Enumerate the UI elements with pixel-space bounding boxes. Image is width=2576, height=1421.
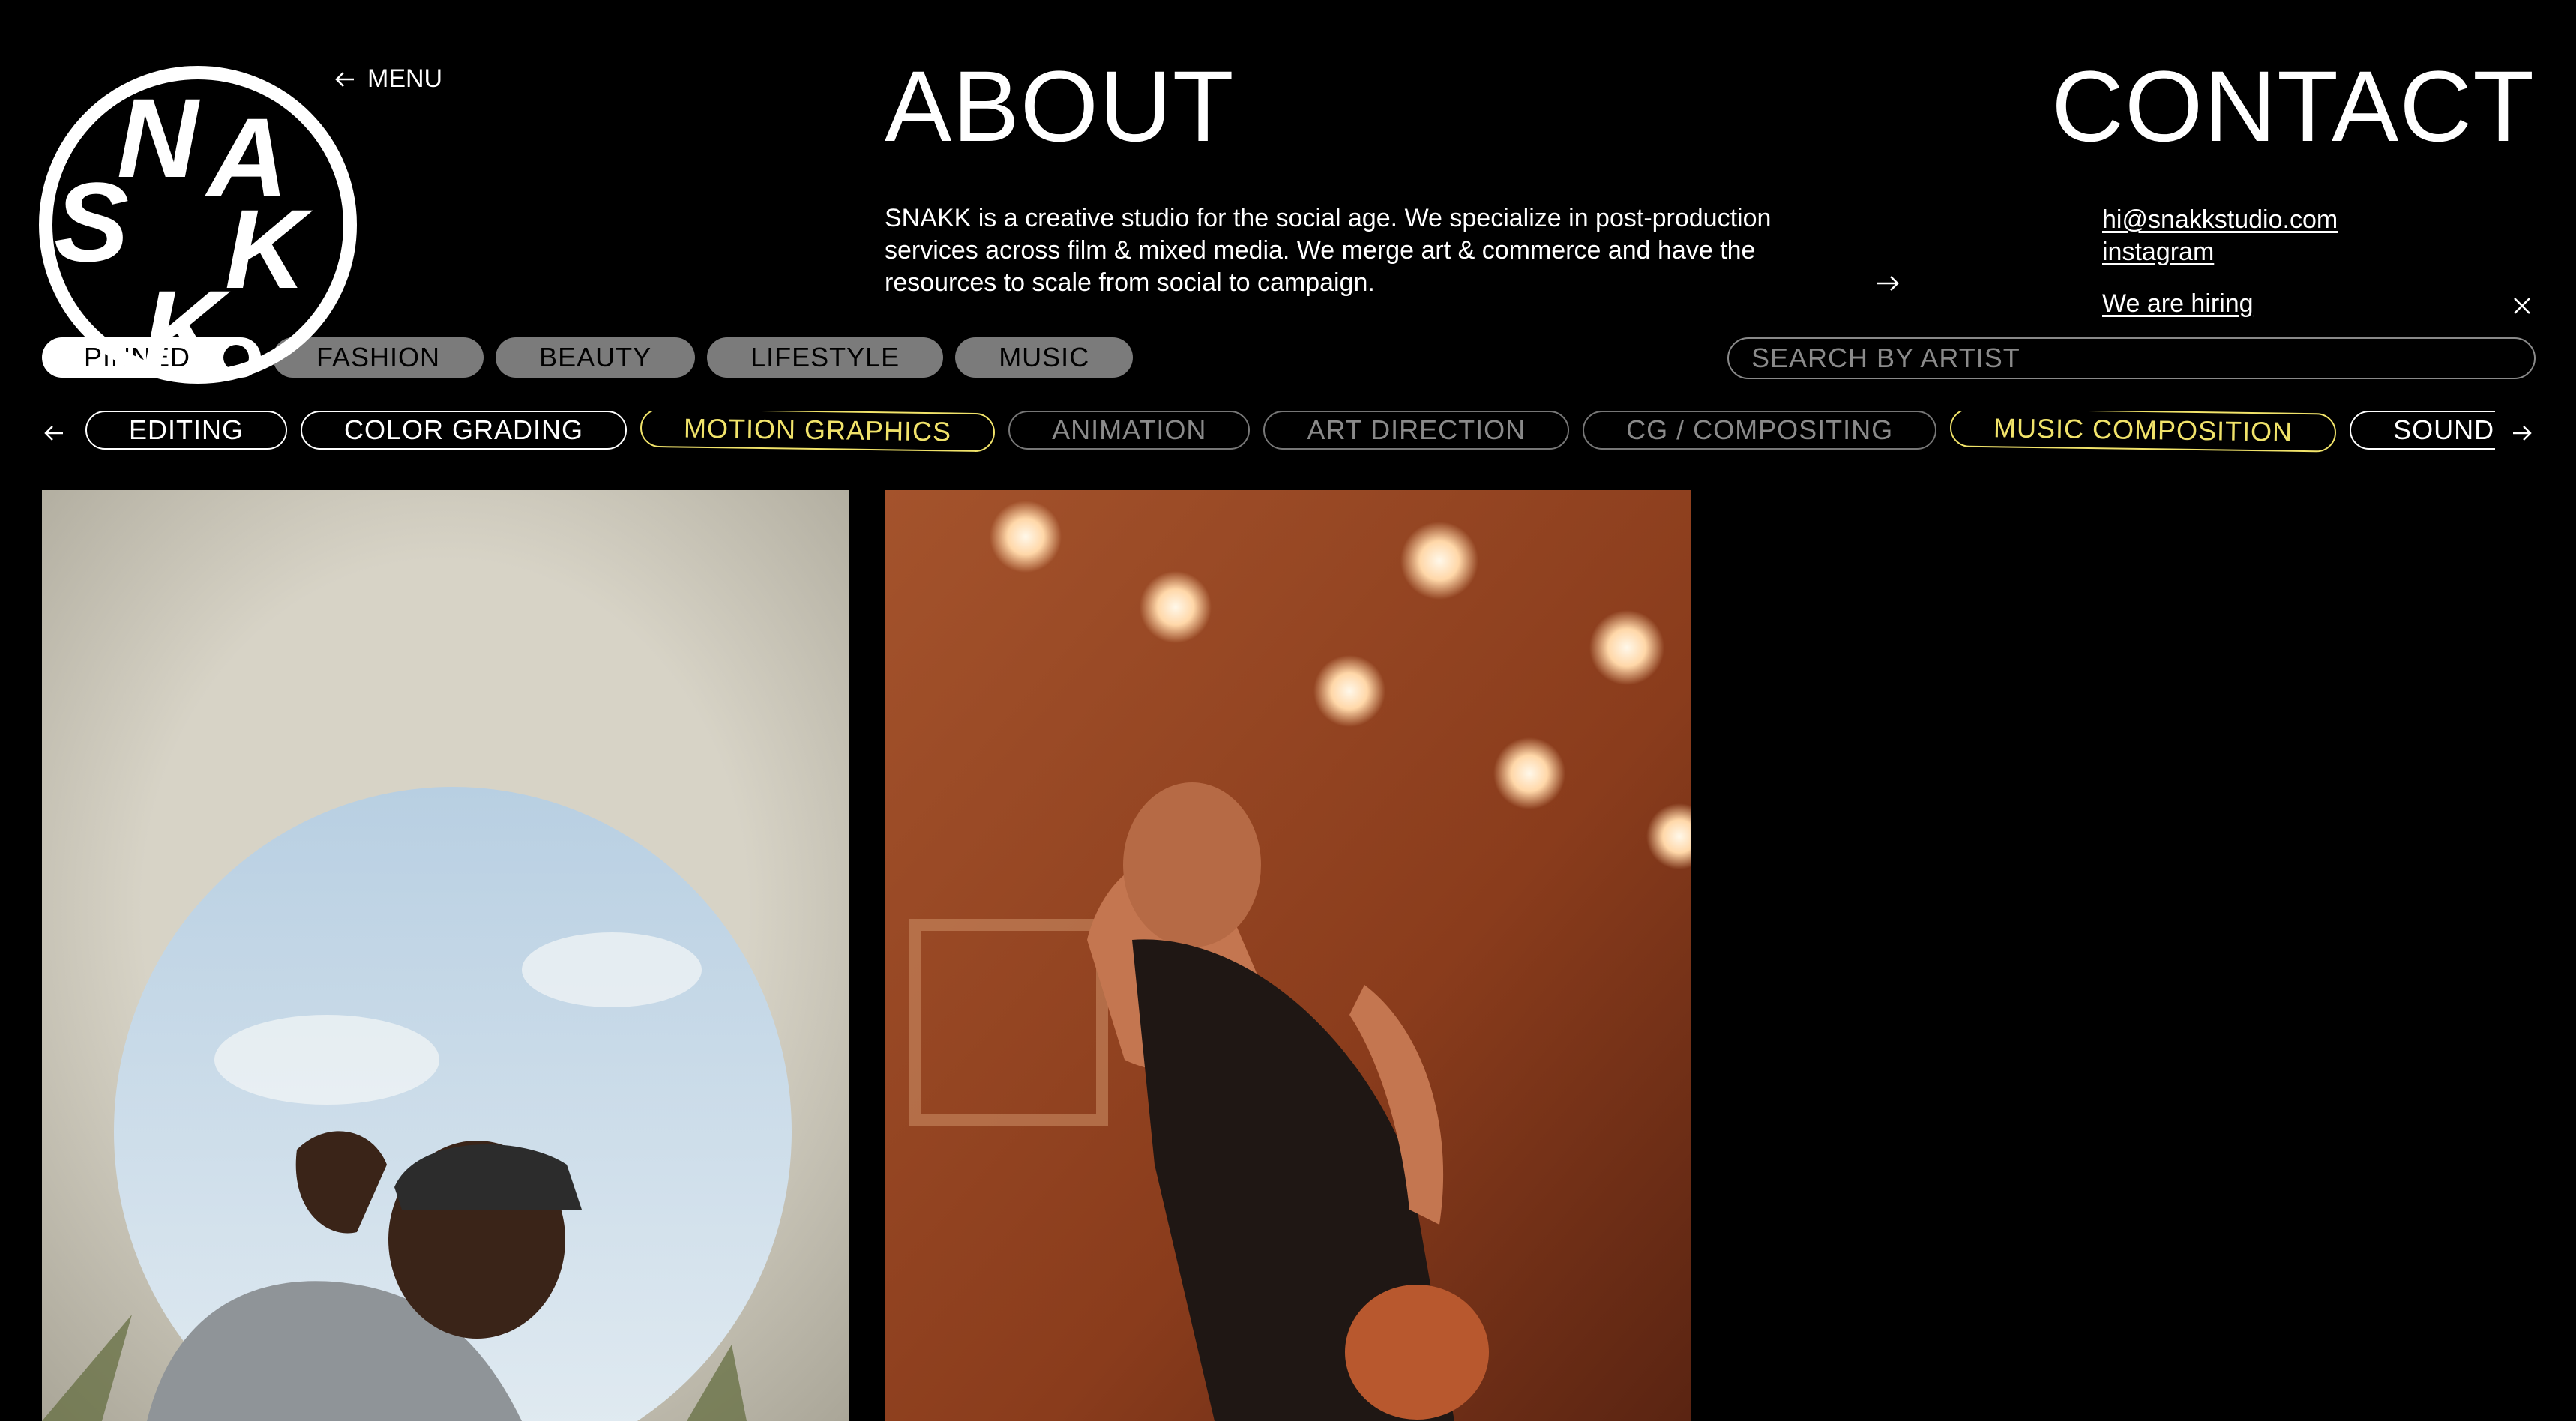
filter-lifestyle[interactable]: LIFESTYLE — [707, 337, 944, 378]
services-carousel: EDITING COLOR GRADING MOTION GRAPHICS AN… — [85, 411, 2495, 456]
service-music-composition[interactable]: MUSIC COMPOSITION — [1949, 411, 2337, 453]
arrow-left-icon — [335, 71, 354, 87]
contact-links: hi@snakkstudio.com instagram — [2102, 204, 2338, 268]
about-title: ABOUT — [885, 51, 1235, 163]
email-link[interactable]: hi@snakkstudio.com — [2102, 204, 2338, 236]
filter-beauty[interactable]: BEAUTY — [496, 337, 696, 378]
carousel-next-icon[interactable] — [2510, 421, 2534, 445]
service-animation[interactable]: ANIMATION — [1008, 411, 1251, 450]
snakk-logo[interactable]: N A S K K — [37, 64, 358, 385]
logo-letter: K — [225, 186, 313, 312]
search-input[interactable]: SEARCH BY ARTIST — [1727, 337, 2536, 379]
logo-letter: N — [117, 75, 200, 201]
service-motion-graphics[interactable]: MOTION GRAPHICS — [640, 411, 996, 453]
close-icon[interactable] — [2509, 292, 2536, 319]
menu-label: MENU — [367, 64, 443, 93]
man-looking-into-hole-image — [42, 490, 849, 1421]
media-tile-hole[interactable] — [42, 490, 849, 1421]
contact-title: CONTACT — [2051, 51, 2535, 163]
filter-music[interactable]: MUSIC — [955, 337, 1134, 378]
logo-letter: S — [54, 159, 129, 285]
hiring-link[interactable]: We are hiring — [2102, 289, 2254, 319]
carousel-prev-icon[interactable] — [42, 421, 66, 445]
arrow-right-icon[interactable] — [1874, 270, 1901, 297]
menu-button[interactable]: MENU — [333, 64, 442, 94]
about-description: SNAKK is a creative studio for the socia… — [885, 204, 1772, 297]
logo-letter: K — [142, 267, 231, 385]
media-tile-basketball[interactable] — [885, 490, 1691, 1421]
service-cg-compositing[interactable]: CG / COMPOSITING — [1583, 411, 1937, 450]
service-art-direction[interactable]: ART DIRECTION — [1263, 411, 1570, 450]
service-editing[interactable]: EDITING — [85, 411, 288, 450]
search-placeholder: SEARCH BY ARTIST — [1751, 343, 2020, 373]
service-color-grading[interactable]: COLOR GRADING — [301, 411, 628, 450]
basketball-player-image — [885, 490, 1691, 1421]
service-sound-design[interactable]: SOUND DESIGN — [2350, 411, 2495, 450]
instagram-link[interactable]: instagram — [2102, 236, 2338, 268]
